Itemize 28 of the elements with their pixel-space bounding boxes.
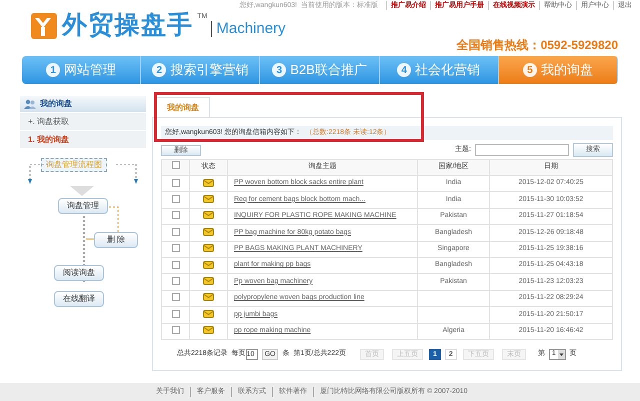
sidebar-item[interactable]: +. 询盘获取 [20,112,146,130]
flow-step[interactable]: 在线翻译 [54,291,104,307]
branch-arrow [116,164,138,184]
sidebar-title: 我的询盘 [40,98,72,110]
logo-subtitle: Machinery [211,21,286,37]
select-all-checkbox[interactable] [172,161,180,170]
row-checkbox[interactable] [172,211,180,220]
subject-field[interactable] [475,144,569,156]
down-arrow-icon [70,186,94,196]
flow-step[interactable]: 询盘管理 [58,198,108,214]
row-checkbox[interactable] [172,194,180,203]
branch-line [86,238,94,240]
logo-text: 外贸操盘手 [62,10,194,40]
dropdown-icon [558,350,565,359]
row-checkbox[interactable] [172,276,180,285]
row-checkbox[interactable] [172,326,180,334]
logo-icon [30,12,58,40]
row-checkbox[interactable] [172,178,180,187]
row-checkbox[interactable] [172,228,180,236]
flow-step[interactable]: 删 除 [94,232,138,248]
row-checkbox[interactable] [172,260,180,269]
flow-step[interactable]: 阅读询盘 [54,265,104,281]
users-icon [24,99,36,109]
row-checkbox[interactable] [172,293,180,302]
sidebar-item[interactable]: 1. 我的询盘 [20,130,146,148]
hotline-text: 全国销售热线：0592-5929820 [456,37,618,54]
row-checkbox[interactable] [172,244,180,252]
row-checkbox[interactable] [172,310,180,318]
